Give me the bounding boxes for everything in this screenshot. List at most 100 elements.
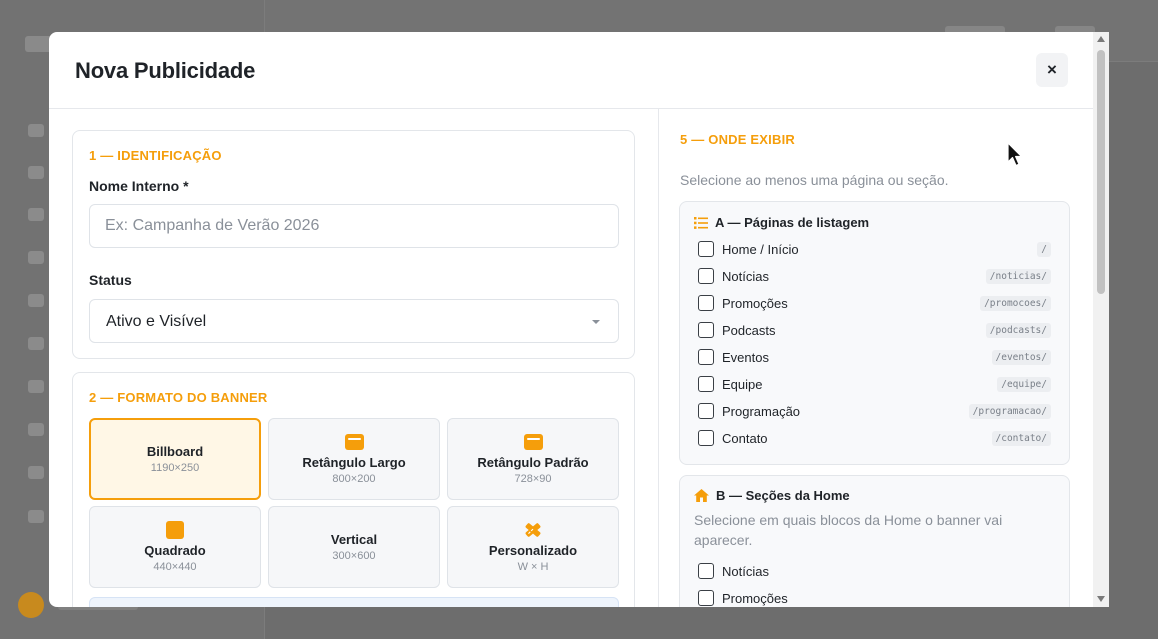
home-section-label: Notícias (722, 563, 769, 579)
format-name: Billboard (146, 444, 204, 459)
format-name: Retângulo Largo (302, 455, 406, 470)
page-slug: /promocoes/ (980, 295, 1051, 311)
checkbox[interactable] (698, 349, 714, 365)
page-option-label: Home / Início (722, 241, 799, 257)
page-slug: /programacao/ (968, 403, 1051, 419)
checkbox[interactable] (698, 322, 714, 338)
page-option-label: Promoções (722, 295, 788, 311)
page-option-home[interactable]: Home / Início / (698, 239, 1051, 259)
page-option-contato[interactable]: Contato /contato/ (698, 428, 1051, 448)
background-nav-icon (28, 294, 44, 307)
pencil-ruler-icon (523, 521, 543, 539)
page-slug: /contato/ (991, 430, 1051, 446)
right-column: 5 — ONDE EXIBIR Selecione ao menos uma p… (659, 109, 1093, 607)
banner-rect-icon (344, 433, 364, 451)
background-nav-icon (28, 166, 44, 179)
checkbox[interactable] (698, 376, 714, 392)
format-name: Quadrado (144, 543, 206, 558)
format-name: Vertical (330, 532, 378, 547)
status-select-value: Ativo e Visível (106, 313, 207, 330)
format-name: Retângulo Padrão (477, 455, 589, 470)
format-size: 800×200 (332, 473, 376, 485)
home-section-label: Promoções (722, 590, 788, 606)
name-input[interactable] (89, 204, 619, 248)
listing-pages-title: A — Páginas de listagem (694, 215, 869, 230)
name-field-label: Nome Interno * (89, 178, 189, 194)
page-slug: /noticias/ (985, 268, 1051, 284)
page-option-label: Contato (722, 430, 768, 446)
home-sections-description: Selecione em quais blocos da Home o bann… (694, 512, 1003, 548)
page-option-label: Eventos (722, 349, 769, 365)
home-icon (694, 489, 709, 502)
format-info-box (89, 597, 619, 607)
checkbox[interactable] (698, 430, 714, 446)
page-option-equipe[interactable]: Equipe /equipe/ (698, 374, 1051, 394)
page-slug: /equipe/ (997, 376, 1051, 392)
background-nav-icon (28, 251, 44, 264)
home-sections-card: B — Seções da Home Selecione em quais bl… (679, 475, 1070, 607)
where-section-title: 5 — ONDE EXIBIR (680, 132, 795, 147)
format-size: 728×90 (514, 473, 552, 485)
format-option-billboard[interactable]: Billboard 1190×250 (89, 418, 261, 500)
background-nav-icon (28, 423, 44, 436)
new-ad-modal: Nova Publicidade × 1 — IDENTIFICAÇÃO Nom… (49, 32, 1093, 607)
checkbox[interactable] (698, 590, 714, 606)
modal-title: Nova Publicidade (75, 58, 256, 83)
listing-pages-title-text: A — Páginas de listagem (715, 215, 870, 230)
page-option-label: Equipe (722, 376, 763, 392)
page-slug: /podcasts/ (985, 322, 1051, 338)
listing-pages-card: A — Páginas de listagem Home / Início / … (679, 201, 1070, 465)
where-hint: Selecione ao menos uma página ou seção. (680, 172, 949, 188)
square-icon (165, 521, 185, 539)
page-option-programacao[interactable]: Programação /programacao/ (698, 401, 1051, 421)
format-card: 2 — FORMATO DO BANNER Billboard 1190×250… (72, 372, 635, 607)
checkbox[interactable] (698, 268, 714, 284)
home-sections-title-text: B — Seções da Home (716, 488, 850, 503)
format-size: 300×600 (332, 550, 376, 562)
identification-card: 1 — IDENTIFICAÇÃO Nome Interno * Status … (72, 130, 635, 359)
format-option-square[interactable]: Quadrado 440×440 (89, 506, 261, 588)
format-option-standard-rectangle[interactable]: Retângulo Padrão 728×90 (447, 418, 619, 500)
page-option-noticias[interactable]: Notícias /noticias/ (698, 266, 1051, 286)
background-nav-icon (28, 466, 44, 479)
page-option-promocoes[interactable]: Promoções /promocoes/ (698, 293, 1051, 313)
page-option-podcasts[interactable]: Podcasts /podcasts/ (698, 320, 1051, 340)
checkbox[interactable] (698, 295, 714, 311)
scroll-down-icon[interactable] (1097, 596, 1105, 602)
left-column: 1 — IDENTIFICAÇÃO Nome Interno * Status … (49, 109, 658, 607)
format-size: 1190×250 (150, 462, 200, 474)
background-nav-icon (28, 380, 44, 393)
scroll-up-icon[interactable] (1097, 36, 1105, 42)
background-nav-icon (28, 337, 44, 350)
status-select[interactable]: Ativo e Visível (89, 299, 619, 343)
checkbox[interactable] (698, 241, 714, 257)
checkbox[interactable] (698, 563, 714, 579)
format-option-custom[interactable]: Personalizado W × H (447, 506, 619, 588)
list-icon (694, 216, 708, 229)
mouse-cursor-icon (1007, 142, 1023, 167)
close-button[interactable]: × (1036, 53, 1068, 87)
scrollbar-thumb[interactable] (1097, 50, 1105, 294)
home-sections-title: B — Seções da Home (694, 488, 850, 503)
banner-rect-icon (523, 433, 543, 451)
home-section-option-noticias[interactable]: Notícias (698, 561, 1051, 581)
page-slug: /eventos/ (991, 349, 1051, 365)
format-size: 440×440 (153, 561, 197, 573)
modal-scrollbar[interactable] (1093, 32, 1109, 607)
close-icon: × (1047, 60, 1057, 79)
checkbox[interactable] (698, 403, 714, 419)
page-option-eventos[interactable]: Eventos /eventos/ (698, 347, 1051, 367)
format-size: W × H (517, 561, 549, 573)
background-nav-icon (28, 124, 44, 137)
format-name: Personalizado (488, 543, 578, 558)
page-option-label: Podcasts (722, 322, 776, 338)
format-option-vertical[interactable]: Vertical 300×600 (268, 506, 440, 588)
home-section-option-promocoes[interactable]: Promoções (698, 588, 1051, 607)
background-nav-icon (28, 208, 44, 221)
page-option-label: Notícias (722, 268, 769, 284)
format-option-wide-rectangle[interactable]: Retângulo Largo 800×200 (268, 418, 440, 500)
background-nav-icon (28, 510, 44, 523)
page-option-label: Programação (722, 403, 801, 419)
chevron-down-icon (592, 320, 600, 324)
background-avatar (18, 592, 44, 618)
